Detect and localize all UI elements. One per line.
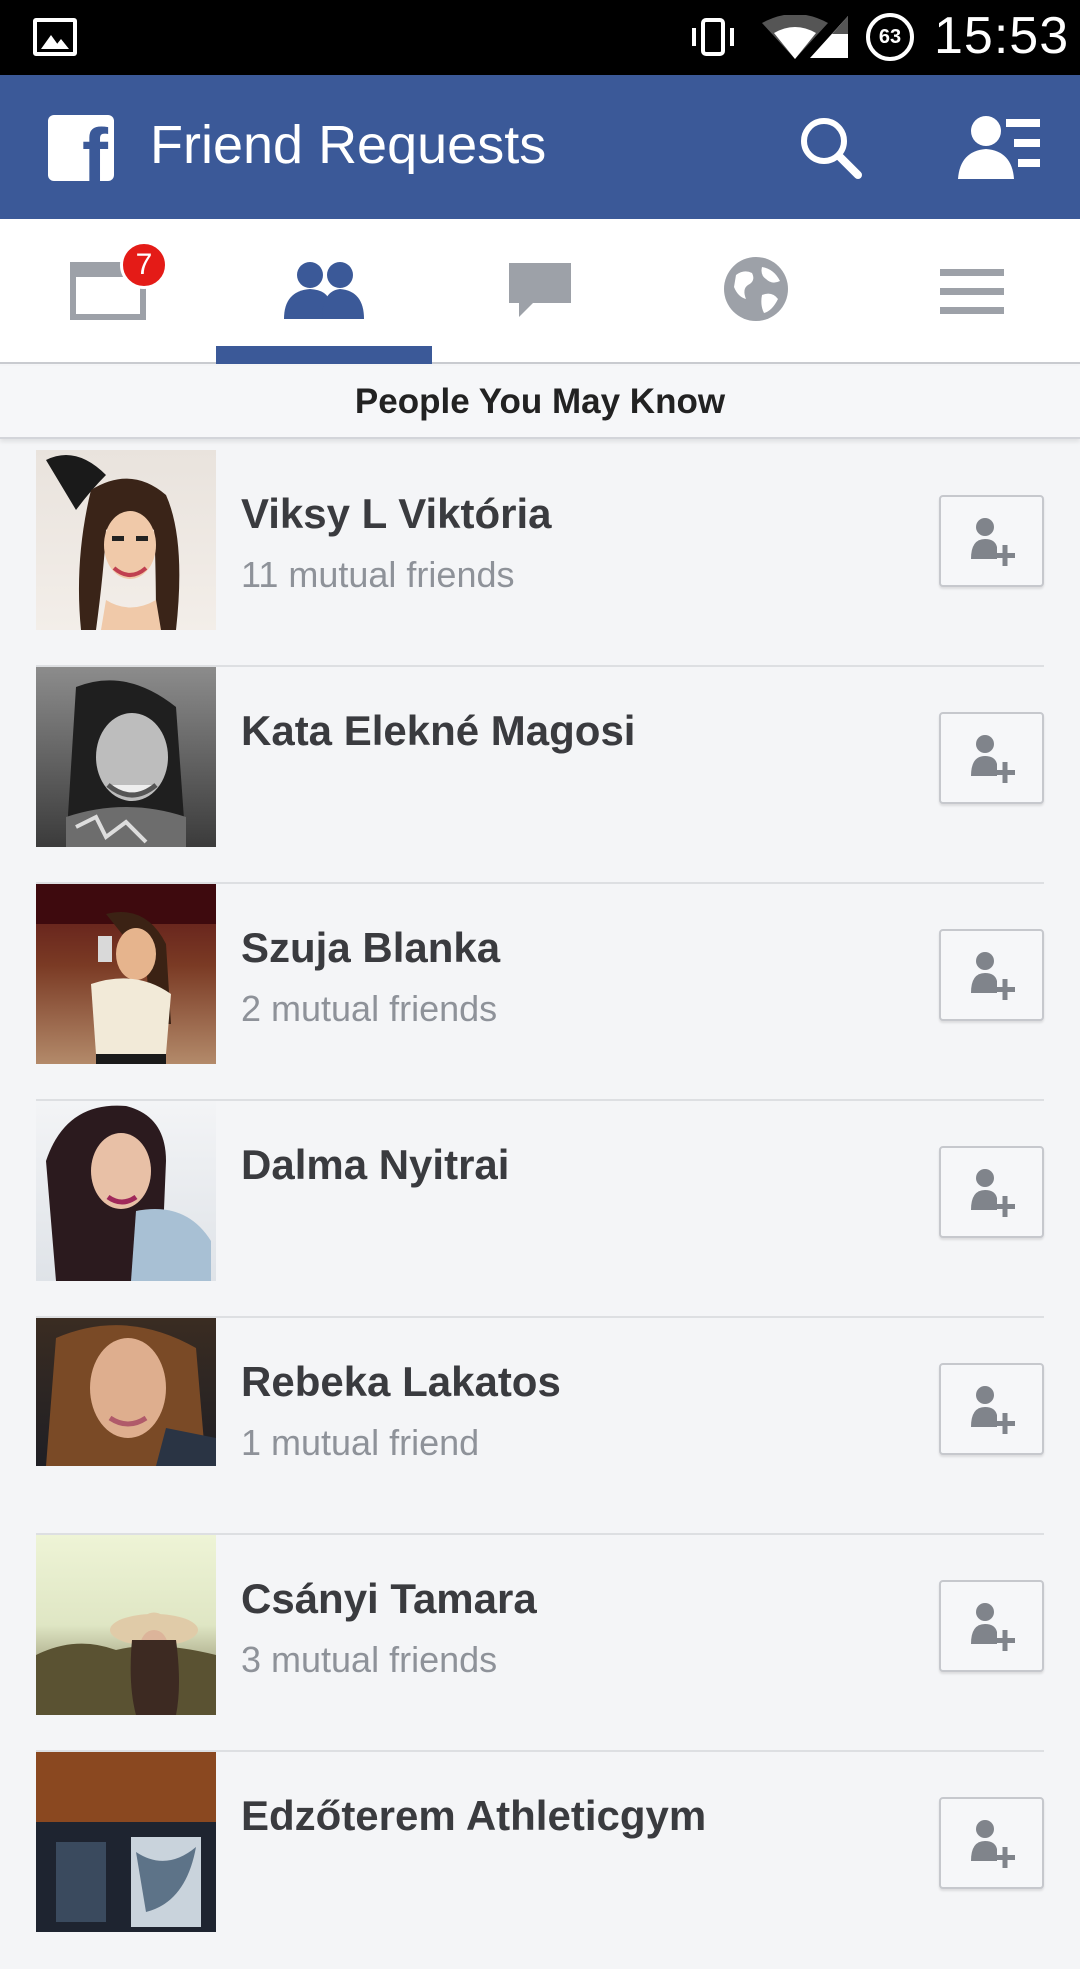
messages-icon — [509, 263, 571, 317]
page-title: Friend Requests — [150, 115, 547, 175]
menu-icon — [940, 269, 1004, 314]
person-name[interactable]: Rebeka Lakatos — [241, 1358, 561, 1406]
mutual-friends-count: 11 mutual friends — [241, 554, 515, 595]
friends-icon — [284, 262, 364, 319]
list-item[interactable]: Kata Elekné Magosi — [36, 667, 1044, 884]
add-friend-icon — [971, 518, 1015, 566]
section-title: People You May Know — [354, 381, 726, 421]
list-item[interactable]: Edzőterem Athleticgym — [36, 1752, 1044, 1969]
add-friend-icon — [971, 1169, 1015, 1217]
app-header: f Friend Requests — [0, 75, 1080, 219]
add-friend-button[interactable] — [939, 1363, 1044, 1455]
list-item[interactable]: Dalma Nyitrai — [36, 1101, 1044, 1318]
mutual-friends-count: 1 mutual friend — [241, 1422, 480, 1463]
avatar[interactable] — [36, 667, 216, 847]
add-friend-icon — [971, 952, 1015, 1000]
tab-menu[interactable] — [864, 219, 1080, 364]
add-friend-button[interactable] — [939, 1146, 1044, 1238]
add-friend-button[interactable] — [939, 1580, 1044, 1672]
vibrate-icon — [692, 18, 734, 56]
battery-level: 63 — [878, 25, 902, 48]
status-time: 15:53 — [934, 7, 1070, 65]
notification-badge: 7 — [120, 241, 168, 289]
status-bar: 63 15:53 — [0, 0, 1080, 75]
add-friend-button[interactable] — [939, 1797, 1044, 1889]
signal-icon — [810, 16, 848, 58]
person-name[interactable]: Edzőterem Athleticgym — [241, 1792, 706, 1840]
facebook-logo-icon[interactable]: f — [48, 115, 114, 181]
avatar[interactable] — [36, 1101, 216, 1281]
person-name[interactable]: Viksy L Viktória — [241, 490, 552, 538]
list-item[interactable]: Rebeka Lakatos 1 mutual friend — [36, 1318, 1044, 1535]
add-friend-icon — [971, 1820, 1015, 1868]
tab-news-feed[interactable]: 7 — [0, 219, 216, 364]
list-item[interactable]: Viksy L Viktória 11 mutual friends — [36, 450, 1044, 667]
friend-requests-icon[interactable] — [956, 113, 1042, 183]
person-name[interactable]: Kata Elekné Magosi — [241, 707, 635, 755]
tab-notifications[interactable] — [648, 219, 864, 364]
mutual-friends-count: 3 mutual friends — [241, 1639, 498, 1680]
search-icon[interactable] — [796, 113, 866, 183]
add-friend-icon — [971, 1386, 1015, 1434]
add-friend-icon — [971, 735, 1015, 783]
logo-letter: f — [82, 115, 108, 181]
mutual-friends-count: 2 mutual friends — [241, 988, 498, 1029]
person-name[interactable]: Dalma Nyitrai — [241, 1141, 509, 1189]
tab-messages[interactable] — [432, 219, 648, 364]
person-name[interactable]: Szuja Blanka — [241, 924, 500, 972]
section-header: People You May Know — [0, 366, 1080, 439]
gallery-icon — [33, 18, 77, 56]
tab-bar: 7 — [0, 219, 1080, 364]
battery-icon: 63 — [866, 13, 914, 61]
list-item[interactable]: Csányi Tamara 3 mutual friends — [36, 1535, 1044, 1752]
notifications-globe-icon — [724, 257, 788, 321]
list-item[interactable]: Szuja Blanka 2 mutual friends — [36, 884, 1044, 1101]
person-name[interactable]: Csányi Tamara — [241, 1575, 537, 1623]
avatar[interactable] — [36, 1535, 216, 1715]
add-friend-icon — [971, 1603, 1015, 1651]
tab-friends[interactable] — [216, 219, 432, 364]
add-friend-button[interactable] — [939, 929, 1044, 1021]
avatar[interactable] — [36, 1752, 216, 1932]
avatar[interactable] — [36, 884, 216, 1064]
add-friend-button[interactable] — [939, 712, 1044, 804]
avatar[interactable] — [36, 1318, 216, 1466]
add-friend-button[interactable] — [939, 495, 1044, 587]
avatar[interactable] — [36, 450, 216, 630]
